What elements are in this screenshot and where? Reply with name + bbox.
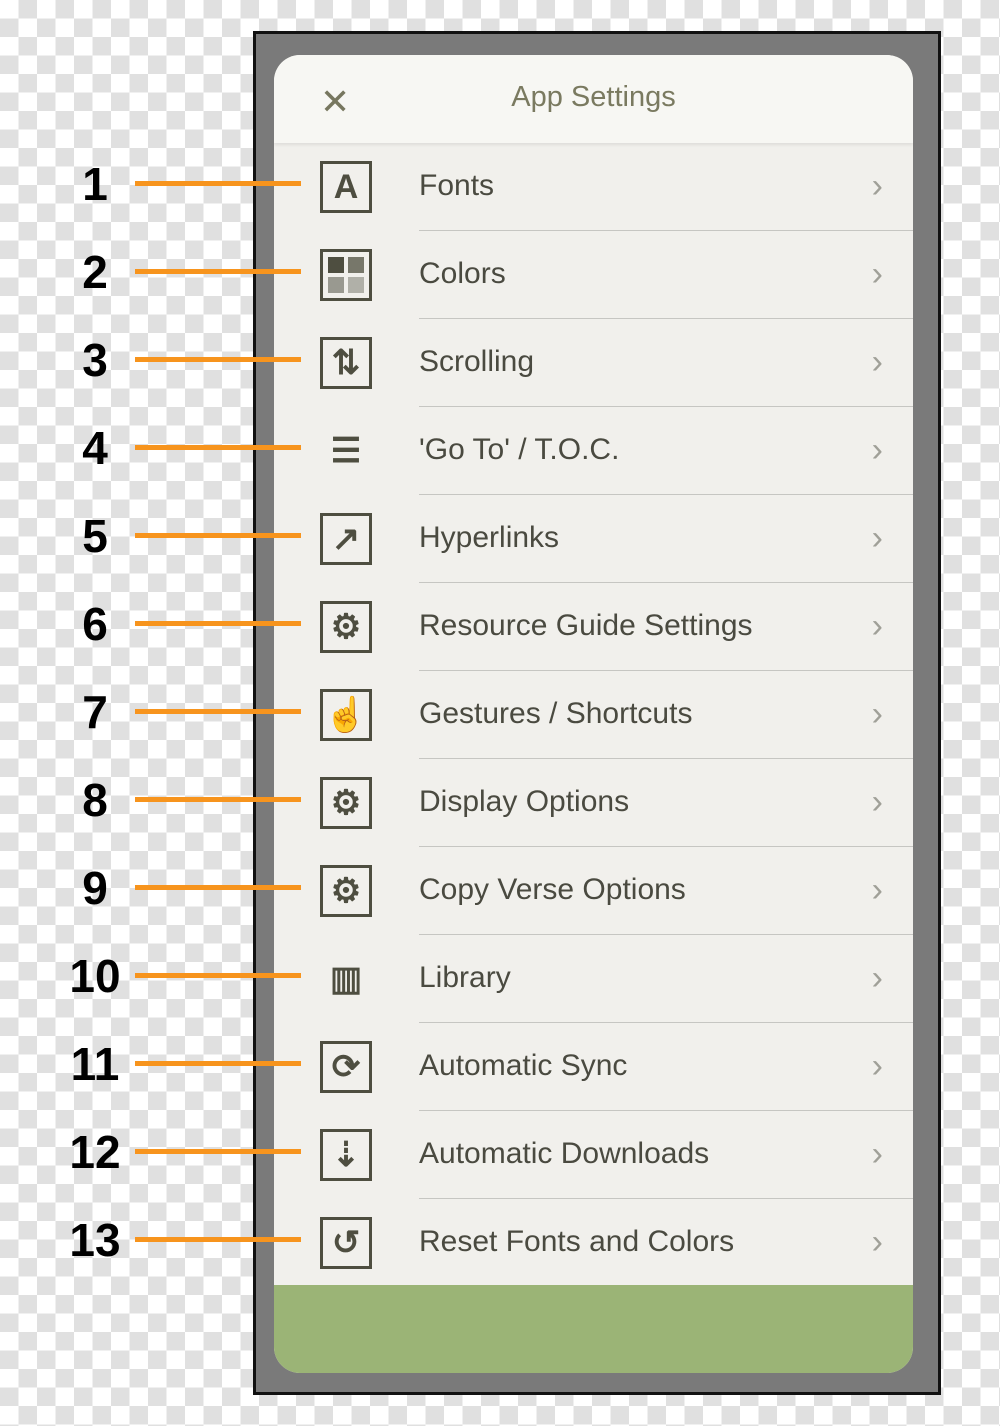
settings-item-go-to-t-o-c[interactable]: ☰ 'Go To' / T.O.C. ›: [274, 407, 913, 495]
copy-verse-icon: ⚙: [320, 865, 372, 917]
footer-bar: [274, 1285, 913, 1373]
item-label: Fonts: [419, 169, 495, 202]
callout-number: 11: [70, 1038, 120, 1090]
callout-line: [135, 269, 301, 274]
item-label: Automatic Downloads: [419, 1137, 710, 1170]
hyperlink-icon: ↗: [320, 513, 372, 565]
callout-line: [135, 445, 301, 450]
chevron-right-icon: ›: [871, 1223, 883, 1261]
callout-line: [135, 621, 301, 626]
callout-line: [135, 973, 301, 978]
chevron-right-icon: ›: [871, 607, 883, 645]
settings-list: A Fonts › Colors › ⇅ Scrolling › ☰ 'Go To'…: [274, 143, 913, 1287]
page-title: App Settings: [511, 81, 676, 113]
chevron-right-icon: ›: [871, 959, 883, 997]
callout-number: 1: [82, 158, 108, 210]
chevron-right-icon: ›: [871, 167, 883, 205]
callout-line: [135, 181, 301, 186]
callout-number: 8: [82, 774, 108, 826]
callout-line: [135, 533, 301, 538]
modal-header: ✕ App Settings: [274, 55, 913, 143]
settings-item-scrolling[interactable]: ⇅ Scrolling ›: [274, 319, 913, 407]
chevron-right-icon: ›: [871, 519, 883, 557]
callout-number: 6: [82, 598, 108, 650]
chevron-right-icon: ›: [871, 343, 883, 381]
settings-item-automatic-sync[interactable]: ⟳ Automatic Sync ›: [274, 1023, 913, 1111]
chevron-right-icon: ›: [871, 255, 883, 293]
font-size-icon: A: [320, 161, 372, 213]
callout-line: [135, 1149, 301, 1154]
settings-item-display-options[interactable]: ⚙ Display Options ›: [274, 759, 913, 847]
reset-icon: ↺: [320, 1217, 372, 1269]
settings-item-colors[interactable]: Colors ›: [274, 231, 913, 319]
item-label: Automatic Sync: [419, 1049, 628, 1082]
gesture-hand-icon: ☝: [320, 689, 372, 741]
settings-item-automatic-downloads[interactable]: ⇣ Automatic Downloads ›: [274, 1111, 913, 1199]
callout-number: 13: [69, 1214, 121, 1266]
item-label: Display Options: [419, 785, 630, 818]
callout-line: [135, 885, 301, 890]
chevron-right-icon: ›: [871, 783, 883, 821]
callout-number: 3: [82, 334, 108, 386]
settings-item-gestures-shortcuts[interactable]: ☝ Gestures / Shortcuts ›: [274, 671, 913, 759]
callout-number: 5: [82, 510, 108, 562]
color-grid-icon: [320, 249, 372, 301]
settings-item-hyperlinks[interactable]: ↗ Hyperlinks ›: [274, 495, 913, 583]
toc-icon: ☰: [330, 432, 362, 470]
item-label: Copy Verse Options: [419, 873, 686, 906]
item-label: Hyperlinks: [419, 521, 560, 554]
scroll-settings-icon: ⇅: [320, 337, 372, 389]
app-settings-modal: ✕ App Settings A Fonts › Colors › ⇅ Scrol…: [274, 55, 913, 1373]
callout-number: 2: [82, 246, 108, 298]
library-icon: ▥: [329, 960, 363, 998]
item-label: Reset Fonts and Colors: [419, 1225, 735, 1258]
download-icon: ⇣: [320, 1129, 372, 1181]
callout-line: [135, 1061, 301, 1066]
item-label: Gestures / Shortcuts: [419, 697, 693, 730]
sync-icon: ⟳: [320, 1041, 372, 1093]
chevron-right-icon: ›: [871, 431, 883, 469]
item-label: Library: [419, 961, 511, 994]
resource-guide-icon: ⚙: [320, 601, 372, 653]
callout-line: [135, 1237, 301, 1242]
item-label: Colors: [419, 257, 506, 290]
callout-number: 10: [69, 950, 121, 1002]
chevron-right-icon: ›: [871, 1135, 883, 1173]
item-label: Resource Guide Settings: [419, 609, 753, 642]
callout-line: [135, 797, 301, 802]
callout-line: [135, 357, 301, 362]
item-label: 'Go To' / T.O.C.: [419, 433, 620, 466]
display-icon: ⚙: [320, 777, 372, 829]
callout-number: 4: [82, 422, 108, 474]
settings-item-fonts[interactable]: A Fonts ›: [274, 143, 913, 231]
callout-number: 12: [69, 1126, 121, 1178]
settings-item-library[interactable]: ▥ Library ›: [274, 935, 913, 1023]
item-label: Scrolling: [419, 345, 535, 378]
settings-item-copy-verse-options[interactable]: ⚙ Copy Verse Options ›: [274, 847, 913, 935]
chevron-right-icon: ›: [871, 1047, 883, 1085]
chevron-right-icon: ›: [871, 695, 883, 733]
chevron-right-icon: ›: [871, 871, 883, 909]
settings-item-resource-guide-settings[interactable]: ⚙ Resource Guide Settings ›: [274, 583, 913, 671]
callout-line: [135, 709, 301, 714]
callout-number: 9: [82, 862, 108, 914]
callout-number: 7: [82, 686, 108, 738]
settings-item-reset-fonts-and-colors[interactable]: ↺ Reset Fonts and Colors ›: [274, 1199, 913, 1287]
